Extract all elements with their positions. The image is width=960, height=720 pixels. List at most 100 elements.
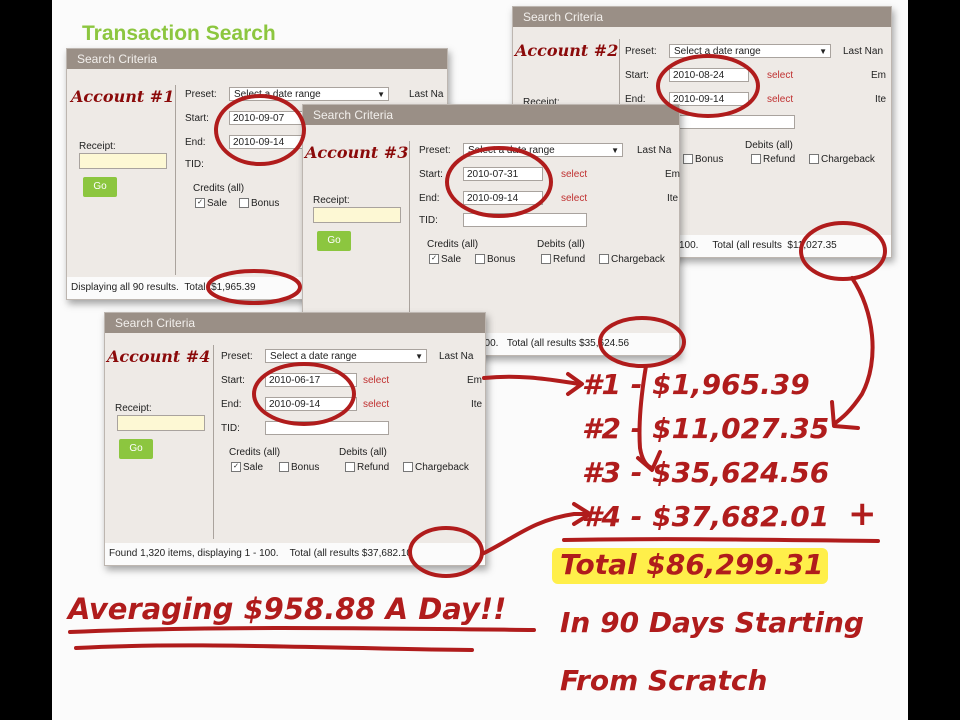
debits-label: Debits (all) [537, 239, 585, 250]
bonus-checkbox[interactable]: Bonus [475, 254, 515, 265]
credits-label: Credits (all) [193, 183, 245, 194]
credits-label: Credits (all) [427, 239, 479, 250]
start-select-link[interactable]: select [363, 375, 389, 386]
total-value: $35,624.56 [579, 338, 630, 349]
divider [409, 141, 410, 331]
preset-select[interactable]: Select a date range ▼ [265, 349, 427, 363]
checkbox-text: Bonus [291, 462, 320, 473]
sum-underline [562, 537, 880, 543]
end-select-link[interactable]: select [363, 399, 389, 410]
plus-sign: + [848, 494, 877, 534]
arrowhead [830, 400, 860, 430]
checkbox-box[interactable] [239, 198, 249, 209]
search-panel-account-4: Search Criteria Account #4 Preset: Selec… [104, 312, 486, 566]
sum-line-3: #3 - $35,624.56 [582, 456, 830, 489]
divider [175, 85, 176, 275]
arrow-account-4-to-line-1 [482, 374, 582, 386]
start-date-input[interactable]: 2010-09-07 [229, 111, 303, 125]
go-button[interactable]: Go [119, 439, 153, 459]
bonus-checkbox[interactable]: Bonus [683, 154, 723, 165]
checkbox-box[interactable] [541, 254, 551, 265]
tid-label: TID: [221, 423, 240, 434]
preset-value: Select a date range [270, 351, 357, 362]
sum-line-2: #2 - $11,027.35 [582, 412, 830, 445]
tid-label: TID: [419, 215, 438, 226]
results-count: Found 1,320 items, displaying 1 - 100. [109, 548, 279, 559]
chargeback-checkbox[interactable]: Chargeback [599, 254, 665, 265]
go-button[interactable]: Go [83, 177, 117, 197]
checkbox-box[interactable]: ✓ [231, 462, 241, 473]
chevron-down-icon: ▼ [819, 47, 827, 56]
last-name-label: Last Na [637, 145, 672, 156]
receipt-input[interactable] [117, 415, 205, 431]
end-date-input[interactable]: 2010-09-14 [229, 135, 303, 149]
chevron-down-icon: ▼ [415, 352, 423, 361]
results-footer: Found 1,320 items, displaying 1 - 100. T… [105, 543, 485, 565]
chargeback-checkbox[interactable]: Chargeback [809, 154, 875, 165]
divider [213, 345, 214, 539]
checkbox-text: Chargeback [611, 254, 665, 265]
averaging-underline [68, 626, 536, 634]
checkbox-box[interactable] [475, 254, 485, 265]
start-date-input[interactable]: 2010-07-31 [463, 167, 543, 181]
sum-line-4: #4 - $37,682.01 [582, 500, 830, 533]
receipt-input[interactable] [313, 207, 401, 223]
preset-select[interactable]: Select a date range ▼ [669, 44, 831, 58]
end-date-input[interactable]: 2010-09-14 [265, 397, 357, 411]
chevron-down-icon: ▼ [611, 146, 619, 155]
checkbox-box[interactable]: ✓ [195, 198, 205, 209]
bonus-checkbox[interactable]: Bonus [279, 462, 319, 473]
checkbox-text: Bonus [251, 198, 280, 209]
checkbox-box[interactable] [599, 254, 609, 265]
results-count: Displaying all 90 results. [71, 282, 179, 293]
start-label: Start: [185, 113, 209, 124]
preset-select[interactable]: Select a date range ▼ [229, 87, 389, 101]
end-date-input[interactable]: 2010-09-14 [669, 92, 749, 106]
bonus-checkbox[interactable]: Bonus [239, 198, 279, 209]
chevron-down-icon: ▼ [377, 90, 385, 99]
tid-input[interactable] [673, 115, 795, 129]
checkbox-text: Bonus [695, 154, 724, 165]
checkbox-box[interactable] [809, 154, 819, 165]
results-count: 100. [679, 240, 699, 251]
chargeback-checkbox[interactable]: Chargeback [403, 462, 469, 473]
checkbox-box[interactable] [683, 154, 693, 165]
checkbox-text: Sale [207, 198, 228, 209]
end-select-link[interactable]: select [767, 94, 793, 105]
checkbox-box[interactable] [403, 462, 413, 473]
refund-checkbox[interactable]: Refund [541, 254, 585, 265]
checkbox-box[interactable] [279, 462, 289, 473]
checkbox-box[interactable] [751, 154, 761, 165]
refund-checkbox[interactable]: Refund [751, 154, 795, 165]
start-select-link[interactable]: select [767, 70, 793, 81]
arrowhead [566, 372, 584, 396]
refund-checkbox[interactable]: Refund [345, 462, 389, 473]
end-date-input[interactable]: 2010-09-14 [463, 191, 543, 205]
start-date-input[interactable]: 2010-08-24 [669, 68, 749, 82]
averaging-underline-2 [74, 643, 474, 652]
last-name-label: Last Na [409, 89, 444, 100]
checkbox-box[interactable]: ✓ [429, 254, 439, 265]
tid-input[interactable] [463, 213, 587, 227]
start-date-input[interactable]: 2010-06-17 [265, 373, 357, 387]
last-name-label: Last Na [439, 351, 474, 362]
preset-select[interactable]: Select a date range ▼ [463, 143, 623, 157]
end-label: End: [419, 193, 440, 204]
receipt-label: Receipt: [313, 195, 350, 206]
sale-checkbox[interactable]: ✓ Sale [429, 254, 461, 265]
go-button[interactable]: Go [317, 231, 351, 251]
sale-checkbox[interactable]: ✓ Sale [231, 462, 263, 473]
checkbox-box[interactable] [345, 462, 355, 473]
averaging-text: Averaging $958.88 A Day!! [68, 592, 507, 626]
end-label: End: [185, 137, 206, 148]
tid-input[interactable] [265, 421, 389, 435]
sale-checkbox[interactable]: ✓ Sale [195, 198, 227, 209]
end-label: End: [221, 399, 242, 410]
end-select-link[interactable]: select [561, 193, 587, 204]
receipt-input[interactable] [79, 153, 167, 169]
start-select-link[interactable]: select [561, 169, 587, 180]
grand-total: Total $86,299.31 [560, 548, 824, 581]
checkbox-text: Bonus [487, 254, 516, 265]
preset-value: Select a date range [468, 145, 555, 156]
tid-label: TID: [185, 159, 204, 170]
